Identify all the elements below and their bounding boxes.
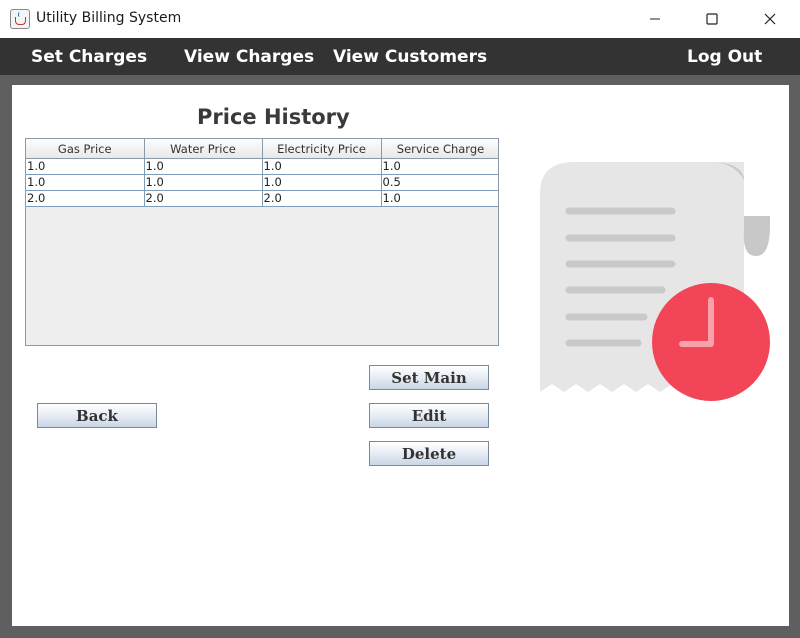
close-icon: [764, 13, 776, 25]
menu-view-customers[interactable]: View Customers: [333, 47, 487, 67]
column-header-service-charge[interactable]: Service Charge: [381, 139, 498, 159]
close-button[interactable]: [747, 0, 793, 38]
table-row[interactable]: 1.0 1.0 1.0 0.5: [26, 174, 498, 191]
table-cell[interactable]: 0.5: [381, 174, 498, 191]
minimize-icon: [650, 18, 660, 20]
table-cell[interactable]: 2.0: [26, 190, 145, 207]
back-button[interactable]: Back: [37, 403, 157, 428]
table-cell[interactable]: 1.0: [144, 174, 263, 191]
java-app-icon: [10, 9, 30, 29]
table-cell[interactable]: 1.0: [381, 158, 498, 175]
table-cell[interactable]: 1.0: [26, 174, 145, 191]
table-cell[interactable]: 1.0: [262, 158, 382, 175]
menu-bar: Set Charges View Charges View Customers …: [0, 38, 800, 75]
table-cell[interactable]: 1.0: [144, 158, 263, 175]
minimize-button[interactable]: [632, 0, 678, 38]
title-bar: Utility Billing System: [0, 0, 800, 38]
maximize-icon: [706, 13, 718, 25]
table-cell[interactable]: 1.0: [262, 174, 382, 191]
receipt-clock-icon: [540, 162, 770, 401]
table-cell[interactable]: 1.0: [381, 190, 498, 207]
menu-set-charges[interactable]: Set Charges: [31, 47, 147, 67]
table-cell[interactable]: 2.0: [262, 190, 382, 207]
table-cell[interactable]: 2.0: [144, 190, 263, 207]
delete-button[interactable]: Delete: [369, 441, 489, 466]
table-row[interactable]: 2.0 2.0 2.0 1.0: [26, 190, 498, 207]
menu-log-out[interactable]: Log Out: [687, 47, 762, 67]
window-title: Utility Billing System: [36, 10, 182, 26]
column-header-electricity-price[interactable]: Electricity Price: [262, 139, 382, 159]
column-header-water-price[interactable]: Water Price: [144, 139, 263, 159]
main-panel: Price History Gas Price Water Price Elec…: [12, 85, 789, 626]
table-row[interactable]: 1.0 1.0 1.0 1.0: [26, 158, 498, 175]
maximize-button[interactable]: [689, 0, 735, 38]
set-main-button[interactable]: Set Main: [369, 365, 489, 390]
table-header-row: Gas Price Water Price Electricity Price …: [26, 139, 498, 159]
menu-view-charges[interactable]: View Charges: [184, 47, 314, 67]
column-header-gas-price[interactable]: Gas Price: [26, 139, 145, 159]
price-history-table[interactable]: Gas Price Water Price Electricity Price …: [25, 138, 499, 346]
table-cell[interactable]: 1.0: [26, 158, 145, 175]
page-title: Price History: [197, 105, 350, 129]
edit-button[interactable]: Edit: [369, 403, 489, 428]
